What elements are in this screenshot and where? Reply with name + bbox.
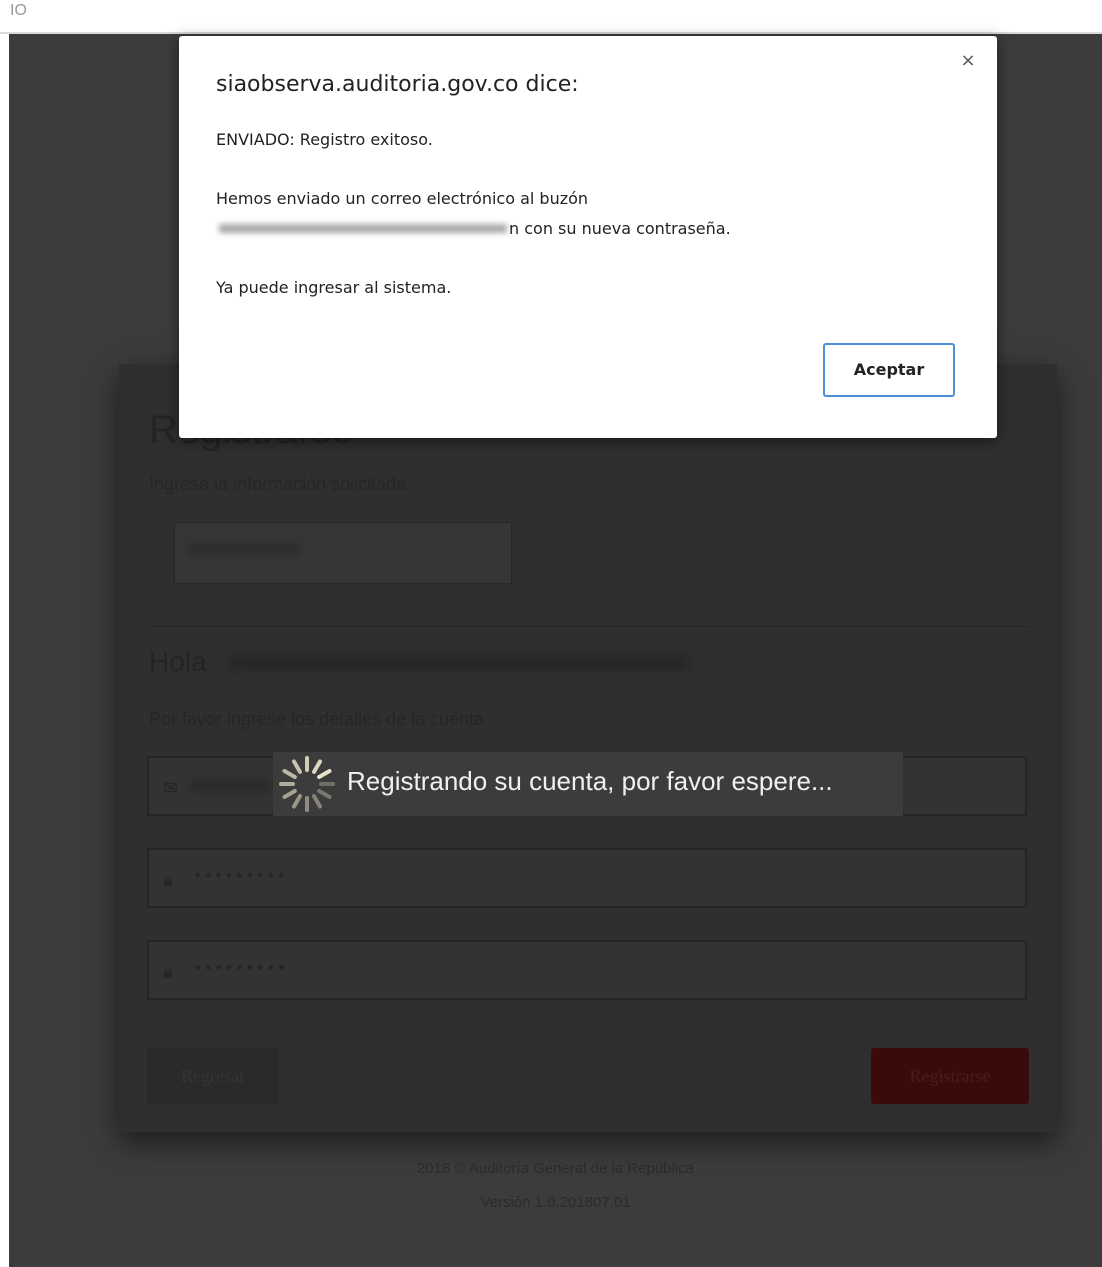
accept-button[interactable]: Aceptar xyxy=(823,343,955,397)
redacted-email xyxy=(219,224,507,233)
registration-card: Registrarse Ingrese la información solic… xyxy=(119,364,1057,1132)
spinner-icon xyxy=(279,756,335,812)
document-input[interactable] xyxy=(174,522,512,584)
greeting: Hola xyxy=(149,646,207,677)
browser-top-strip: IO xyxy=(0,0,1102,34)
confirm-password-field[interactable]: 🔒︎ ••••••••• xyxy=(147,940,1027,1000)
dialog-title: siaobserva.auditoria.gov.co dice: xyxy=(216,72,579,97)
spinner-tick xyxy=(317,789,332,799)
loading-message: Registrando su cuenta, por favor espere.… xyxy=(347,766,833,796)
envelope-icon: ✉ xyxy=(163,778,179,799)
spinner-tick xyxy=(292,759,302,774)
dialog-status-line: ENVIADO: Registro exitoso. xyxy=(216,130,433,149)
confirm-password-mask: ••••••••• xyxy=(193,958,287,977)
section-divider xyxy=(149,626,1029,627)
password-field[interactable]: 🔒︎ ••••••••• xyxy=(147,848,1027,908)
dialog-login-line: Ya puede ingresar al sistema. xyxy=(216,278,452,297)
back-button[interactable]: Regresar xyxy=(147,1048,279,1104)
dialog-password-line: n con su nueva contraseña. xyxy=(509,219,731,238)
close-icon[interactable]: × xyxy=(957,50,979,72)
spinner-tick xyxy=(292,794,302,809)
redacted-email-value xyxy=(191,780,271,792)
footer-copyright: 2018 © Auditoría General de la República xyxy=(416,1160,695,1177)
redacted-document-text xyxy=(189,543,299,555)
spinner-tick xyxy=(317,769,332,779)
top-text-fragment: IO xyxy=(10,2,27,19)
lock-icon: 🔒︎ xyxy=(163,962,173,983)
password-mask: ••••••••• xyxy=(193,866,287,885)
lock-icon: 🔒︎ xyxy=(163,870,173,891)
footer-version: Versión 1.0.201807.01 xyxy=(480,1194,631,1211)
registration-subtitle: Ingrese la información solicitada xyxy=(149,474,407,494)
spinner-tick xyxy=(312,794,322,809)
loading-indicator: Registrando su cuenta, por favor espere.… xyxy=(273,752,903,816)
alert-dialog: siaobserva.auditoria.gov.co dice: × ENVI… xyxy=(179,36,997,438)
spinner-tick xyxy=(282,789,297,799)
spinner-tick xyxy=(282,769,297,779)
redacted-username xyxy=(229,656,689,670)
dialog-email-line: Hemos enviado un correo electrónico al b… xyxy=(216,189,589,208)
register-button[interactable]: Registrarse xyxy=(871,1048,1029,1104)
details-prompt: Por favor ingrese los detalles de la cue… xyxy=(149,709,485,729)
spinner-tick xyxy=(312,759,322,774)
